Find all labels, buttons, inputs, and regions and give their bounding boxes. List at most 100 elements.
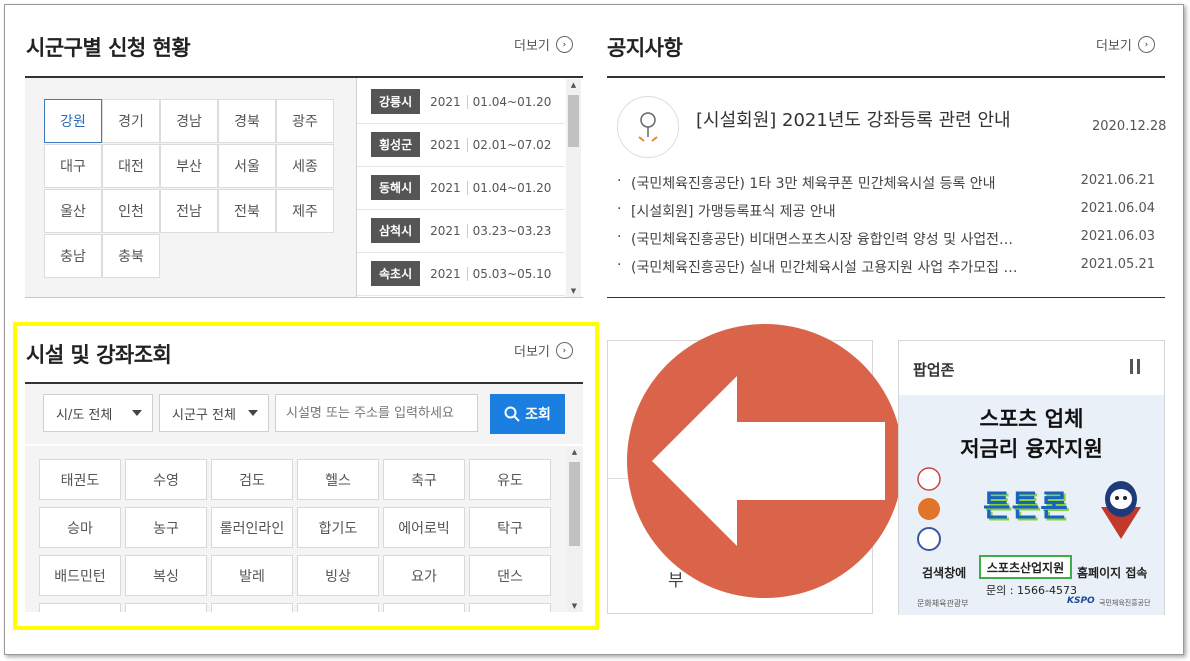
region-광주[interactable]: 광주 [276, 99, 334, 143]
region-세종[interactable]: 세종 [276, 144, 334, 188]
sport-button-partial[interactable] [125, 603, 207, 612]
region-경기[interactable]: 경기 [102, 99, 160, 143]
notice-divider [607, 76, 1165, 78]
featured-notice-date: 2020.12.28 [1092, 119, 1167, 134]
schedule-row[interactable]: 삼척시 2021 03.23~03.23 [357, 209, 565, 253]
scroll-down-icon[interactable]: ▼ [567, 602, 582, 610]
sport-배드민턴[interactable]: 배드민턴 [39, 555, 121, 596]
sport-button-partial[interactable] [39, 603, 121, 612]
sport-에어로빅[interactable]: 에어로빅 [383, 507, 465, 548]
district-select-value: 시군구 전체 [172, 407, 236, 423]
scrollbar-thumb[interactable] [568, 95, 579, 147]
caret-down-icon [132, 410, 142, 416]
pause-icon[interactable] [1130, 359, 1144, 375]
popup-banner[interactable]: 스포츠 업체 저금리 융자지원 튼튼론 검색창에 스포츠산업지원 홈페이지 접속… [899, 395, 1164, 615]
sport-button-partial[interactable] [297, 603, 379, 612]
banner-search-term: 스포츠산업지원 [979, 555, 1072, 579]
scroll-up-icon[interactable]: ▲ [567, 448, 582, 456]
scrollbar-thumb[interactable] [569, 462, 580, 546]
banner-search-suffix: 홈페이지 접속 [1077, 566, 1148, 580]
sport-button-partial[interactable] [383, 603, 465, 612]
region-전남[interactable]: 전남 [160, 189, 218, 233]
sport-수영[interactable]: 수영 [125, 459, 207, 500]
chevron-right-icon: › [555, 36, 573, 53]
schedule-dates: 03.23~03.23 [472, 223, 552, 238]
province-select-value: 시/도 전체 [56, 407, 113, 423]
sport-합기도[interactable]: 합기도 [297, 507, 379, 548]
region-전북[interactable]: 전북 [218, 189, 276, 233]
sports-scrollbar[interactable]: ▲ ▼ [567, 446, 582, 612]
sport-button-partial[interactable] [469, 603, 551, 612]
schedule-row[interactable]: 동해시 2021 01.04~01.20 [357, 166, 565, 210]
province-select[interactable]: 시/도 전체 [43, 394, 153, 432]
notice-title[interactable]: (국민체육진흥공단) 비대면스포츠시장 융합인력 양성 및 사업전… [617, 229, 1013, 249]
schedule-dates: 02.01~07.02 [472, 137, 552, 152]
sport-축구[interactable]: 축구 [383, 459, 465, 500]
city-badge: 삼척시 [371, 218, 421, 243]
notice-title[interactable]: [시설회원] 가맹등록표식 제공 안내 [617, 201, 836, 221]
sport-헬스[interactable]: 헬스 [297, 459, 379, 500]
sport-롤러인라인[interactable]: 롤러인라인 [211, 507, 293, 548]
schedule-dates: 01.04~01.20 [472, 180, 552, 195]
sport-요가[interactable]: 요가 [383, 555, 465, 596]
sport-탁구[interactable]: 탁구 [469, 507, 551, 548]
district-select[interactable]: 시군구 전체 [159, 394, 269, 432]
schedule-scrollbar[interactable]: ▲ ▼ [566, 79, 581, 297]
facility-search-input[interactable] [275, 394, 478, 432]
notice-bottom-rule [607, 297, 1165, 298]
schedule-row[interactable]: 강릉시 2021 01.04~01.20 [357, 80, 565, 124]
notice-item[interactable]: (국민체육진흥공단) 비대면스포츠시장 융합인력 양성 및 사업전… 2021.0… [617, 229, 1155, 249]
popup-zone-title: 팝업존 [913, 361, 955, 379]
region-대전[interactable]: 대전 [102, 144, 160, 188]
scroll-down-icon[interactable]: ▼ [566, 287, 581, 295]
search-icon [504, 406, 520, 422]
schedule-dates: 05.03~05.10 [472, 266, 552, 281]
region-인천[interactable]: 인천 [102, 189, 160, 233]
sport-농구[interactable]: 농구 [125, 507, 207, 548]
region-제주[interactable]: 제주 [276, 189, 334, 233]
chevron-right-icon: › [1137, 36, 1155, 53]
region-section-title: 시군구별 신청 현황 [26, 36, 191, 60]
region-bottom-border [25, 297, 583, 298]
sport-button-partial[interactable] [211, 603, 293, 612]
back-arrow-icon[interactable] [625, 322, 905, 600]
region-충북[interactable]: 충북 [102, 234, 160, 278]
notice-item[interactable]: (국민체육진흥공단) 1타 3만 체육쿠폰 민간체육시설 등록 안내 2021.0… [617, 173, 1155, 193]
facility-more-button[interactable]: 더보기 › [514, 341, 573, 360]
sport-발레[interactable]: 발레 [211, 555, 293, 596]
sport-빙상[interactable]: 빙상 [297, 555, 379, 596]
sports-balls-icon [917, 467, 941, 551]
lamp-icon [617, 96, 679, 158]
notice-title[interactable]: (국민체육진흥공단) 실내 민간체육시설 고용지원 사업 추가모집 … [617, 257, 1018, 277]
search-button[interactable]: 조회 [490, 394, 565, 434]
notice-item[interactable]: [시설회원] 가맹등록표식 제공 안내 2021.06.04 [617, 201, 1155, 221]
schedule-row[interactable]: 횡성군 2021 02.01~07.02 [357, 123, 565, 167]
region-경북[interactable]: 경북 [218, 99, 276, 143]
banner-headline-1: 스포츠 업체 [979, 407, 1084, 431]
region-more-button[interactable]: 더보기 › [514, 35, 573, 54]
region-강원[interactable]: 강원 [44, 99, 102, 143]
region-대구[interactable]: 대구 [44, 144, 102, 188]
region-충남[interactable]: 충남 [44, 234, 102, 278]
sport-태권도[interactable]: 태권도 [39, 459, 121, 500]
sport-검도[interactable]: 검도 [211, 459, 293, 500]
city-badge: 횡성군 [371, 132, 421, 157]
sport-복싱[interactable]: 복싱 [125, 555, 207, 596]
sport-승마[interactable]: 승마 [39, 507, 121, 548]
facility-section-title: 시설 및 강좌조회 [26, 343, 172, 367]
scroll-up-icon[interactable]: ▲ [566, 81, 581, 89]
sport-유도[interactable]: 유도 [469, 459, 551, 500]
sport-댄스[interactable]: 댄스 [469, 555, 551, 596]
region-서울[interactable]: 서울 [218, 144, 276, 188]
notice-item[interactable]: (국민체육진흥공단) 실내 민간체육시설 고용지원 사업 추가모집 … 2021.… [617, 257, 1155, 277]
schedule-row[interactable]: 속초시 2021 05.03~05.10 [357, 252, 565, 296]
banner-org-left: 문화체육관광부 [917, 599, 969, 608]
notice-title[interactable]: (국민체육진흥공단) 1타 3만 체육쿠폰 민간체육시설 등록 안내 [617, 173, 996, 193]
region-경남[interactable]: 경남 [160, 99, 218, 143]
region-울산[interactable]: 울산 [44, 189, 102, 233]
notice-date: 2021.06.03 [1080, 229, 1155, 244]
schedule-year: 2021 [430, 180, 468, 195]
notice-more-button[interactable]: 더보기 › [1096, 35, 1155, 54]
region-부산[interactable]: 부산 [160, 144, 218, 188]
featured-notice-title[interactable]: [시설회원] 2021년도 강좌등록 관련 안내 [696, 106, 1011, 132]
